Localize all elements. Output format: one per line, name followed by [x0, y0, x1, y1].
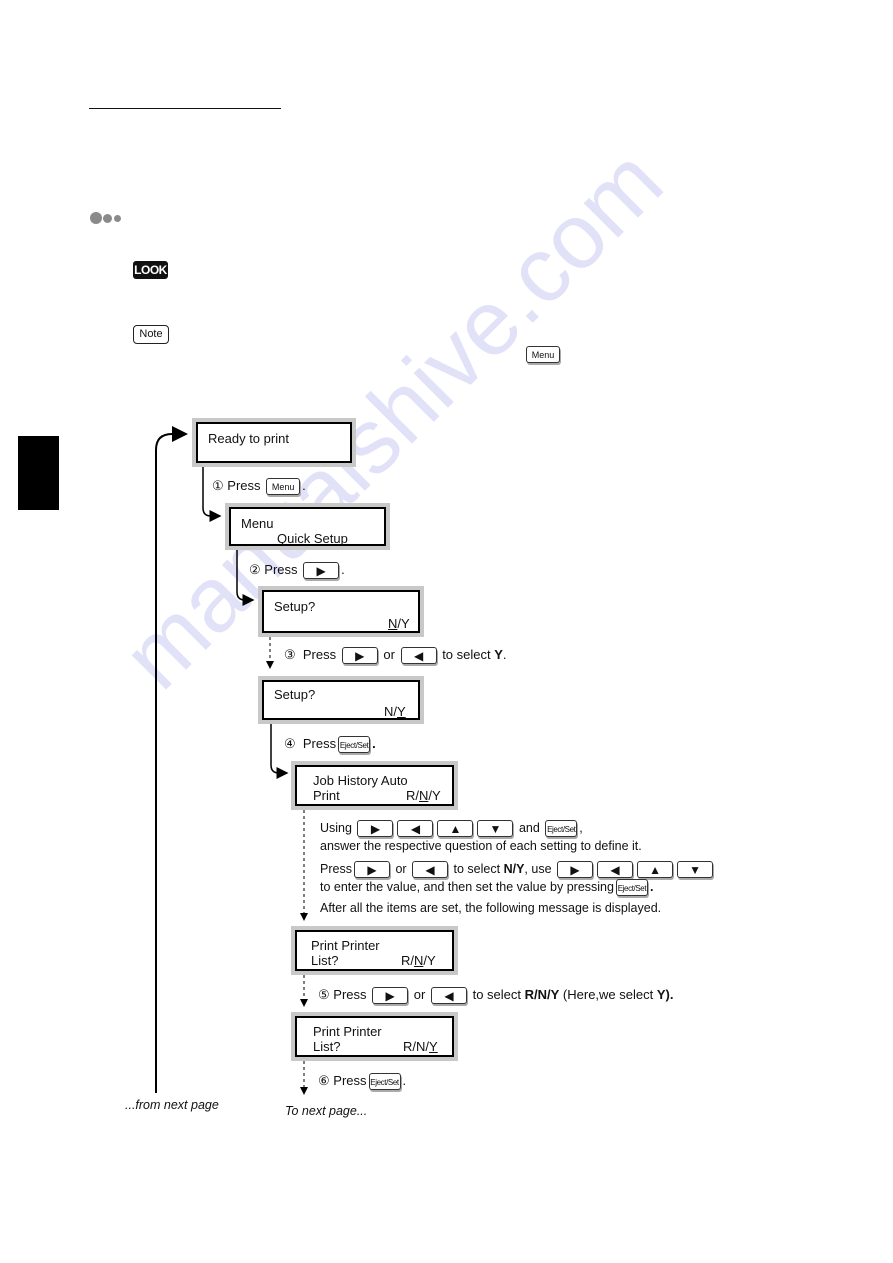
- right-arrow-key-icon: ▶: [357, 820, 394, 838]
- lcd-screen-setup-n: Setup? N/Y: [258, 586, 424, 637]
- eject-set-key: Eject/Set: [545, 820, 578, 838]
- step-2: ② Press ▶.: [249, 562, 345, 580]
- step-3: ③ Press ▶ or ◀ to select Y.: [284, 647, 507, 665]
- step-6: ⑥ Press Eject/Set.: [318, 1071, 406, 1091]
- eject-set-key: Eject/Set: [368, 1073, 401, 1091]
- up-arrow-key-icon: ▲: [437, 820, 474, 838]
- lcd-screen-printer-list-y: Print Printer List? R/N/Y: [291, 1012, 458, 1061]
- eject-set-key: Eject/Set: [338, 736, 371, 754]
- right-arrow-key-icon: ▶: [557, 861, 594, 879]
- lcd-screen-job-history: Job History Auto Print R/N/Y: [291, 761, 458, 810]
- right-arrow-key-icon: ▶: [353, 861, 390, 879]
- to-next-page-label: To next page...: [285, 1104, 368, 1118]
- right-arrow-key-icon: ▶: [341, 647, 378, 665]
- left-arrow-key-icon: ◀: [397, 820, 434, 838]
- lcd-screen-menu: Menu Quick Setup: [225, 503, 390, 550]
- step-1: ① Press Menu.: [212, 476, 306, 496]
- lcd-screen-setup-y: Setup? N/Y: [258, 676, 424, 724]
- left-arrow-key-icon: ◀: [430, 987, 467, 1005]
- left-arrow-key-icon: ◀: [597, 861, 634, 879]
- instruction-line-3: Press ▶ or ◀ to select N/Y, use ▶ ◀ ▲ ▼: [320, 859, 715, 879]
- instruction-line-1: Using ▶ ◀ ▲ ▼ and Eject/Set,: [320, 820, 583, 838]
- lcd-screen-ready: Ready to print: [192, 418, 356, 467]
- up-arrow-key-icon: ▲: [637, 861, 674, 879]
- left-arrow-key-icon: ◀: [412, 861, 449, 879]
- instruction-line-5: After all the items are set, the followi…: [320, 901, 662, 915]
- instruction-line-2: answer the respective question of each s…: [320, 839, 642, 853]
- down-arrow-key-icon: ▼: [677, 861, 714, 879]
- right-arrow-key-icon: ▶: [303, 562, 340, 580]
- instruction-line-4: to enter the value, and then set the val…: [320, 877, 653, 897]
- eject-set-key: Eject/Set: [615, 879, 648, 897]
- return-arrow: [155, 426, 188, 1093]
- lcd-screen-printer-list-n: Print Printer List? R/N/Y: [291, 926, 458, 975]
- left-arrow-key-icon: ◀: [400, 647, 437, 665]
- step-4: ④ Press Eject/Set.: [284, 734, 376, 754]
- down-arrow-key-icon: ▼: [477, 820, 514, 838]
- step-5: ⑤ Press ▶ or ◀ to select R/N/Y (Here,we …: [318, 987, 674, 1005]
- flow-connectors: [155, 426, 308, 1095]
- menu-key: Menu: [266, 478, 301, 496]
- right-arrow-key-icon: ▶: [372, 987, 409, 1005]
- from-next-page-label: ...from next page: [125, 1098, 219, 1112]
